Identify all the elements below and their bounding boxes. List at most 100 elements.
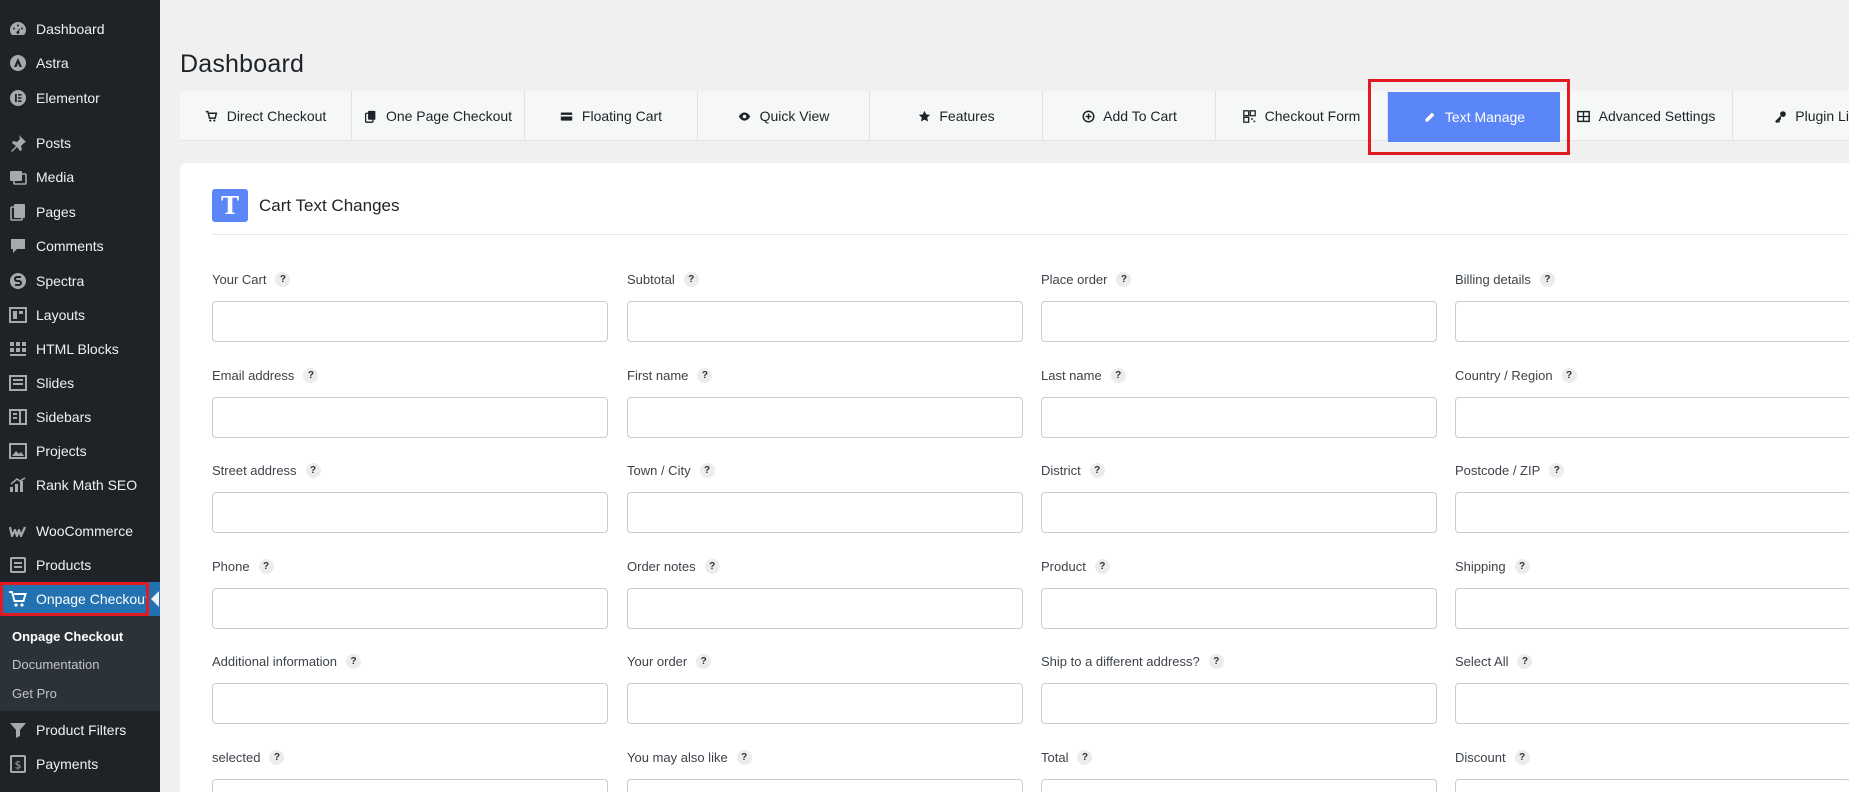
help-icon[interactable]: ?	[1110, 367, 1126, 383]
submenu-onpage-checkout[interactable]: Onpage Checkout	[12, 629, 123, 644]
tab-direct-checkout[interactable]: Direct Checkout	[180, 91, 352, 141]
woocommerce-icon	[0, 521, 36, 541]
menu-astra[interactable]: Astra	[0, 46, 160, 80]
menu-media[interactable]: Media	[0, 160, 160, 194]
tab-features[interactable]: Features	[870, 91, 1043, 141]
menu-spectra[interactable]: Spectra	[0, 264, 160, 298]
menu-elementor[interactable]: Elementor	[0, 81, 160, 115]
submenu-get-pro[interactable]: Get Pro	[12, 686, 57, 701]
tab-add-to-cart[interactable]: Add To Cart	[1043, 91, 1216, 141]
help-icon[interactable]: ?	[736, 749, 752, 765]
help-icon[interactable]: ?	[1089, 462, 1105, 478]
menu-rank-math[interactable]: Rank Math SEO	[0, 468, 160, 502]
help-icon[interactable]: ?	[704, 558, 720, 574]
text-input[interactable]	[627, 301, 1023, 342]
tab-checkout-form[interactable]: Checkout Form	[1216, 91, 1388, 141]
text-input[interactable]	[212, 492, 608, 533]
help-icon[interactable]: ?	[275, 271, 291, 287]
text-input[interactable]	[1455, 683, 1849, 724]
rankmath-icon	[0, 475, 36, 495]
text-input[interactable]	[1455, 588, 1849, 629]
help-icon[interactable]: ?	[1514, 749, 1530, 765]
menu-pages[interactable]: Pages	[0, 195, 160, 229]
help-icon[interactable]: ?	[1116, 271, 1132, 287]
text-input[interactable]	[212, 683, 608, 724]
help-icon[interactable]: ?	[1539, 271, 1555, 287]
menu-label: Slides	[36, 375, 75, 391]
text-input[interactable]	[1455, 301, 1849, 342]
text-input[interactable]	[1041, 301, 1437, 342]
menu-products[interactable]: Products	[0, 548, 160, 582]
menu-slides[interactable]: Slides	[0, 366, 160, 400]
text-input[interactable]	[1455, 779, 1849, 792]
help-icon[interactable]: ?	[1549, 462, 1565, 478]
help-icon[interactable]: ?	[697, 367, 713, 383]
menu-projects[interactable]: Projects	[0, 434, 160, 468]
text-input[interactable]	[1041, 683, 1437, 724]
text-input[interactable]	[1041, 779, 1437, 792]
help-icon[interactable]: ?	[305, 462, 321, 478]
menu-payments[interactable]: $ Payments	[0, 747, 160, 781]
submenu-documentation[interactable]: Documentation	[12, 657, 99, 672]
help-icon[interactable]: ?	[699, 462, 715, 478]
help-icon[interactable]: ?	[683, 271, 699, 287]
field-label: Discount?	[1455, 748, 1849, 766]
tab-text-manage[interactable]: Text Manage	[1388, 92, 1560, 142]
plus-circle-icon	[1081, 109, 1095, 123]
star-icon	[917, 109, 931, 123]
text-input[interactable]	[212, 301, 608, 342]
tab-plugin-license[interactable]: Plugin Lice	[1733, 91, 1849, 141]
divider	[212, 234, 1849, 235]
menu-woocommerce[interactable]: WooCommerce	[0, 514, 160, 548]
text-input[interactable]	[1041, 588, 1437, 629]
menu-layouts[interactable]: Layouts	[0, 298, 160, 332]
help-icon[interactable]: ?	[258, 558, 274, 574]
help-icon[interactable]: ?	[1514, 558, 1530, 574]
field-label: Postcode / ZIP?	[1455, 461, 1849, 479]
field-label: Town / City?	[627, 461, 1023, 479]
tab-one-page-checkout[interactable]: One Page Checkout	[352, 91, 525, 141]
text-input[interactable]	[212, 779, 608, 792]
help-icon[interactable]: ?	[1094, 558, 1110, 574]
menu-html-blocks[interactable]: HTML Blocks	[0, 332, 160, 366]
field-label: Order notes?	[627, 557, 1023, 575]
panel-title: Cart Text Changes	[259, 195, 400, 215]
help-icon[interactable]: ?	[269, 749, 285, 765]
menu-onpage-checkout[interactable]: Onpage Checkout	[0, 582, 160, 616]
text-input[interactable]	[627, 588, 1023, 629]
field-label-text: Product	[1041, 558, 1086, 574]
text-input[interactable]	[1455, 397, 1849, 438]
menu-posts[interactable]: Posts	[0, 126, 160, 160]
help-icon[interactable]: ?	[1561, 367, 1577, 383]
text-input[interactable]	[1041, 397, 1437, 438]
text-input[interactable]	[1041, 492, 1437, 533]
help-icon[interactable]: ?	[1517, 653, 1533, 669]
tab-advanced-settings[interactable]: Advanced Settings	[1560, 91, 1733, 141]
text-input[interactable]	[1455, 492, 1849, 533]
menu-sidebars[interactable]: Sidebars	[0, 400, 160, 434]
text-input[interactable]	[627, 779, 1023, 792]
tab-label: Floating Cart	[581, 108, 663, 124]
help-icon[interactable]: ?	[1208, 653, 1224, 669]
menu-label: HTML Blocks	[36, 341, 119, 357]
layouts-icon	[0, 305, 36, 325]
cart-text-panel: T Cart Text Changes Your Cart? Subtotal? P…	[180, 163, 1849, 792]
menu-product-filters[interactable]: Product Filters	[0, 713, 160, 747]
tab-floating-cart[interactable]: Floating Cart	[525, 91, 698, 141]
field-label-text: Phone	[212, 558, 250, 574]
menu-comments[interactable]: Comments	[0, 229, 160, 263]
text-input[interactable]	[627, 397, 1023, 438]
text-input[interactable]	[627, 683, 1023, 724]
text-input[interactable]	[212, 397, 608, 438]
tab-quick-view[interactable]: Quick View	[698, 91, 870, 141]
help-icon[interactable]: ?	[696, 653, 712, 669]
field-label: Your Cart?	[212, 270, 608, 288]
menu-dashboard[interactable]: Dashboard	[0, 12, 160, 46]
help-icon[interactable]: ?	[346, 653, 362, 669]
text-input[interactable]	[627, 492, 1023, 533]
help-icon[interactable]: ?	[303, 367, 319, 383]
text-input[interactable]	[212, 588, 608, 629]
help-icon[interactable]: ?	[1077, 749, 1093, 765]
products-icon	[0, 555, 36, 575]
text-field: Order notes?	[627, 557, 1023, 629]
